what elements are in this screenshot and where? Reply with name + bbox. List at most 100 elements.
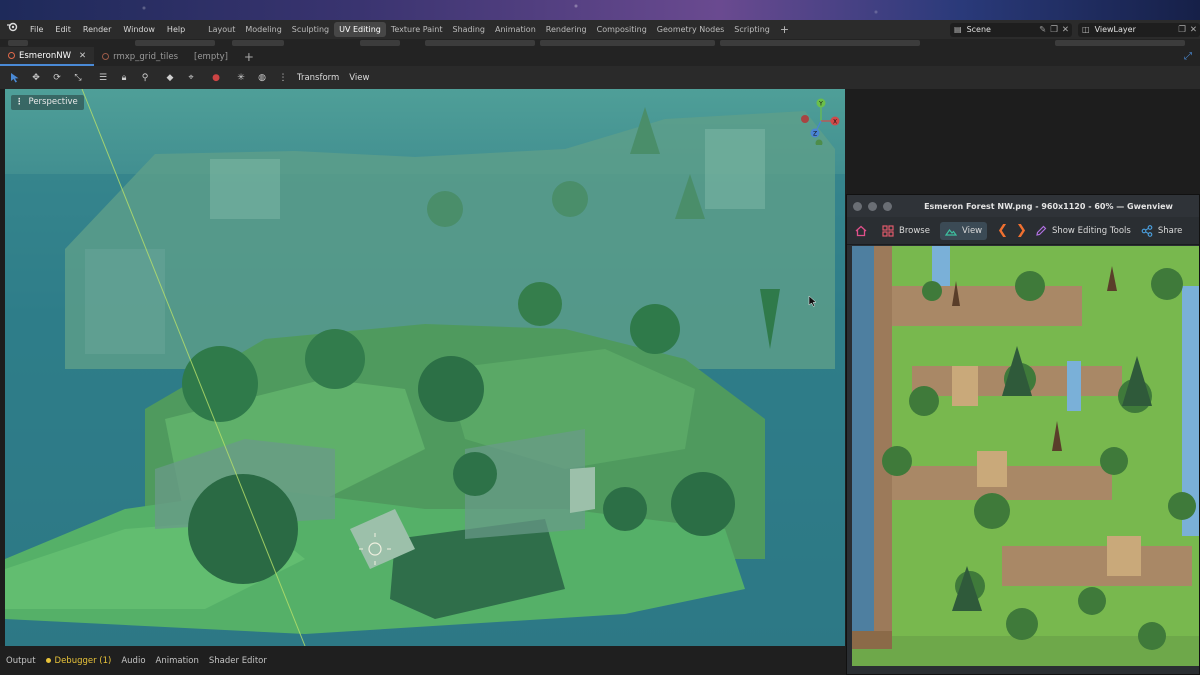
tab-empty[interactable]: [empty] [186,47,236,66]
menu-render[interactable]: Render [77,20,117,39]
editing-tools-label: Show Editing Tools [1051,225,1131,236]
3d-viewport[interactable]: ⋮ Perspective Y X Z [5,89,845,646]
tab-label: [empty] [194,51,228,62]
next-image-button[interactable]: ❯ [1016,223,1027,238]
outliner-icon[interactable]: ☰ [96,71,110,85]
navigation-gizmo[interactable]: Y X Z [801,97,841,145]
scale-icon[interactable]: ⤡ [71,71,85,85]
tab-esmeronnw[interactable]: EsmeronNW ✕ [0,47,95,66]
axis-x-label: X [833,119,837,126]
tab-animation[interactable]: Animation [490,22,541,37]
window-titlebar[interactable]: Esmeron Forest NW.png - 960x1120 - 60% —… [847,195,1199,217]
menu-help[interactable]: Help [161,20,191,39]
menu-transform[interactable]: Transform [297,73,339,83]
add-workspace-icon[interactable]: + [775,22,794,37]
scene-name: Scene [966,25,991,34]
menu-view[interactable]: View [349,73,369,83]
new-scene-icon[interactable]: ❐ [1050,25,1058,35]
pencil-icon [1036,225,1047,236]
menu-file[interactable]: File [24,20,49,39]
close-window-button[interactable] [853,201,862,211]
tab-output[interactable]: Output [6,656,36,666]
share-label: Share [1157,225,1183,236]
scene-selector[interactable]: ▤ Scene ✎ ❐ ✕ [950,22,1072,37]
tab-uv-editing[interactable]: UV Editing [334,22,386,37]
close-tab-icon[interactable]: ✕ [79,51,86,61]
globe-icon[interactable]: ◍ [255,71,269,85]
tab-scripting[interactable]: Scripting [729,22,775,37]
pin-icon[interactable]: ⚲ [138,71,152,85]
blender-logo-icon[interactable] [0,20,24,39]
tab-texture-paint[interactable]: Texture Paint [386,22,448,37]
tab-label: EsmeronNW [19,50,71,61]
blender-top-bar: File Edit Render Window Help Layout Mode… [0,20,1200,39]
share-icon [1141,224,1153,237]
view-label: View [961,225,983,236]
bottom-editor-tabs: Output Debugger (1) Audio Animation Shad… [0,646,848,675]
cube-icon[interactable]: ◆ [163,71,177,85]
expand-icon[interactable]: ⤢ [1184,51,1192,62]
browse-label: Browse [899,225,930,236]
rotate-icon[interactable]: ⟳ [50,71,64,85]
home-icon [855,225,867,236]
minimize-window-button[interactable] [868,201,877,211]
clipped-editor-header [0,39,1200,47]
axis-y-label: Y [818,101,823,108]
scene-icon: ▤ [954,25,962,34]
tab-debugger[interactable]: Debugger (1) [45,655,112,666]
desktop-wallpaper-strip [0,0,1200,20]
tab-animation[interactable]: Animation [156,656,199,666]
more-options-icon: ⋮ [15,97,24,107]
grid-icon [882,224,894,237]
scene-ring-icon [102,53,110,60]
home-button[interactable] [855,225,872,237]
view-layer-selector[interactable]: ◫ ViewLayer ❐ ✕ [1078,22,1200,37]
tab-sculpting[interactable]: Sculpting [287,22,334,37]
tab-label: Debugger (1) [54,655,112,666]
lock-icon[interactable]: 🔒︎ [117,71,131,85]
menu-edit[interactable]: Edit [49,20,77,39]
snap-icon[interactable]: ✳ [234,71,248,85]
tab-shading[interactable]: Shading [447,22,490,37]
scene-ring-icon [8,52,15,59]
tab-label: rmxp_grid_tiles [113,51,179,62]
scene-render [5,89,845,646]
record-icon[interactable]: ● [209,71,223,85]
image-view-icon [944,228,957,236]
move-icon[interactable]: ✥ [29,71,43,85]
view-layer-name: ViewLayer [1094,25,1136,34]
mesh-select-icon[interactable]: ⌖ [184,71,198,85]
maximize-window-button[interactable] [883,201,892,211]
browse-button[interactable]: Browse [882,224,930,237]
tab-layout[interactable]: Layout [203,22,240,37]
tab-rendering[interactable]: Rendering [541,22,592,37]
show-editing-tools-button[interactable]: Show Editing Tools [1035,225,1131,237]
delete-scene-icon[interactable]: ✕ [1062,25,1069,35]
view-mode-text: Perspective [28,97,78,107]
share-button[interactable]: Share [1141,224,1183,237]
menu-window[interactable]: Window [117,20,161,39]
tab-compositing[interactable]: Compositing [592,22,652,37]
editor-tabs-row: EsmeronNW ✕ rmxp_grid_tiles [empty] + ⤢ [0,47,1200,66]
tab-geometry-nodes[interactable]: Geometry Nodes [652,22,729,37]
pixel-art-map-image[interactable] [852,246,1199,666]
previous-image-button[interactable]: ❮ [997,223,1008,238]
tab-audio[interactable]: Audio [121,656,145,666]
tab-rmxp-grid-tiles[interactable]: rmxp_grid_tiles [94,47,186,66]
pin-icon[interactable]: ✎ [1039,25,1046,35]
viewport-toolbar: ✥ ⟳ ⤡ ☰ 🔒︎ ⚲ ◆ ⌖ ● ✳ ◍ ⋮ Transform View [0,66,1200,89]
more-options-icon[interactable]: ⋮ [276,71,290,85]
view-button[interactable]: View [939,221,988,240]
tab-shader-editor[interactable]: Shader Editor [209,656,267,666]
tab-modeling[interactable]: Modeling [240,22,286,37]
delete-view-layer-icon[interactable]: ✕ [1190,25,1197,35]
new-view-layer-icon[interactable]: ❐ [1178,25,1186,35]
select-cursor-icon[interactable] [8,71,22,85]
debug-status-icon [45,657,51,663]
add-tab-icon[interactable]: + [236,47,262,66]
tilemap-render [852,246,1199,666]
axis-z-label: Z [813,131,817,138]
perspective-label[interactable]: ⋮ Perspective [11,95,84,110]
view-layer-icon: ◫ [1082,25,1090,34]
gwenview-toolbar: Browse View ❮ ❯ Show Editing Tools Share [847,217,1199,245]
